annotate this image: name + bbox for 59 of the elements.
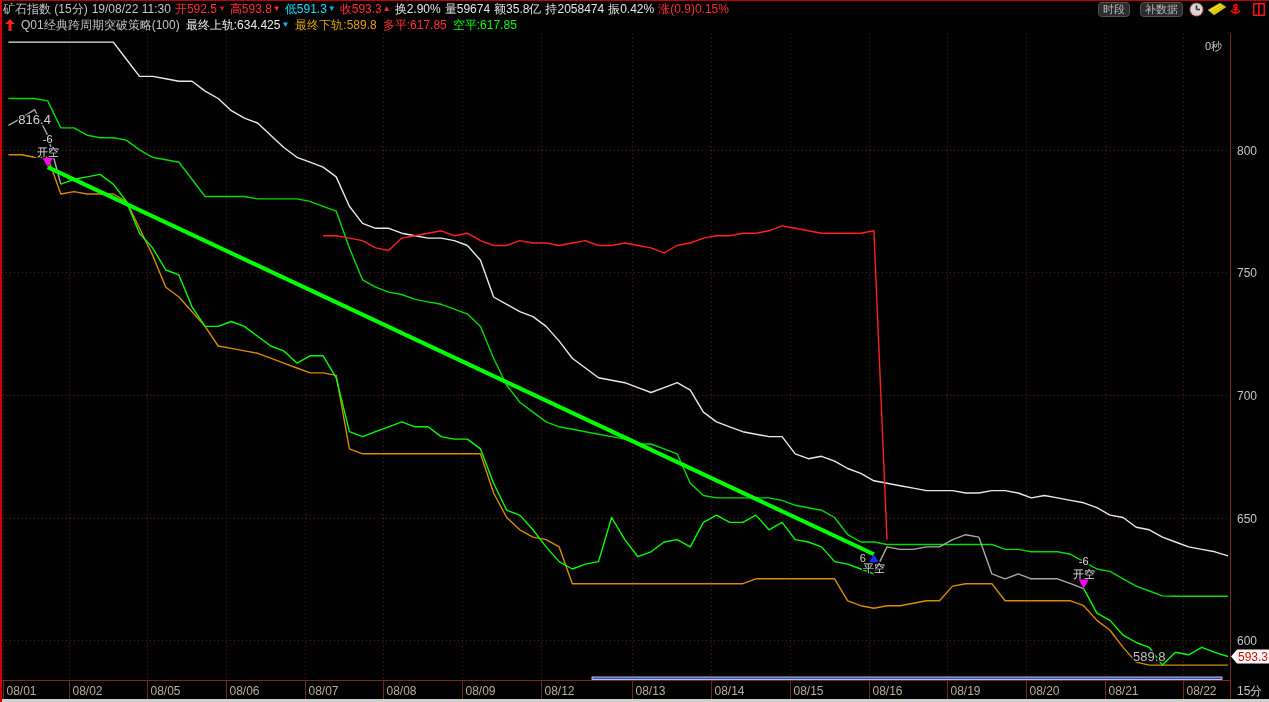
axis-label: 650 (1237, 511, 1258, 526)
indicator-value: 空平:617.85 (452, 16, 517, 34)
axis-label: 08/02 (72, 684, 103, 698)
quote-value: 收593.3 (339, 1, 382, 18)
axis-label: 08/09 (465, 684, 496, 698)
quote-value: 量59674 (444, 1, 491, 18)
axis-label: 08/08 (386, 684, 417, 698)
axis-label: 08/22 (1186, 684, 1217, 698)
toolbar-button[interactable]: 补数据 (1140, 1, 1183, 17)
trend-arrow-icon: ▼ (217, 4, 226, 14)
axis-label: 08/01 (6, 684, 37, 698)
axis-label: 08/15 (793, 684, 824, 698)
signal-label: 6 (859, 552, 866, 565)
trend-arrow-icon: ▼ (272, 4, 281, 14)
axis-label: 08/14 (714, 684, 745, 698)
symbol-title: 矿石指数 (15分) (3, 1, 88, 18)
axis-label: 800 (1237, 143, 1258, 158)
down-triangle-icon (1078, 579, 1089, 589)
axis-label: 08/12 (544, 684, 575, 698)
quote-value: 低591.3 (284, 1, 327, 18)
axis-label: 700 (1237, 388, 1258, 403)
axis-label: 08/16 (872, 684, 903, 698)
quote-value: 振0.42% (608, 1, 655, 18)
datetime-label: 19/08/22 11:30 (91, 2, 171, 16)
trend-arrow-icon: ▼ (281, 20, 290, 30)
quote-value: 开592.5 (174, 1, 217, 18)
eraser-icon[interactable] (1208, 3, 1226, 15)
strategy-name: Q01经典跨周期突破策略(100) (21, 16, 180, 34)
quote-value: 涨(0.9)0.15% (658, 1, 729, 18)
axis-label: 600 (1237, 633, 1258, 648)
axis-label: 08/07 (308, 684, 339, 698)
up-arrow-icon (5, 19, 15, 31)
up-triangle-icon (868, 554, 879, 563)
quote-value: 换2.90% (394, 1, 441, 18)
clock-icon[interactable] (1189, 1, 1204, 17)
quote-value: 持2058474 (545, 1, 605, 18)
signal-label: 开空 (36, 146, 59, 159)
countdown-label: 0秒 (1204, 40, 1222, 52)
trend-arrow-icon: ▲ (382, 4, 391, 14)
quote-value: 额35.8亿 (494, 1, 542, 18)
split-panel-icon[interactable] (1253, 2, 1265, 16)
anchor-icon[interactable] (1230, 3, 1241, 15)
quote-value: 高593.8 (229, 1, 272, 18)
axis-label: 750 (1237, 265, 1258, 280)
period-label: 15分 (1237, 684, 1263, 698)
axis-label: 08/21 (1108, 684, 1139, 698)
last-price-tag: 593.3 (1231, 649, 1269, 664)
indicator-value: 多平:617.85 (382, 16, 447, 34)
axis-label: 08/20 (1029, 684, 1060, 698)
signal-label: 开空 (1072, 567, 1095, 580)
trend-arrow-icon: ▼ (327, 4, 336, 14)
indicator-value: 最终下轨:589.8 (295, 16, 377, 34)
indicator-value: 最终上轨:634.425 (185, 16, 281, 34)
down-triangle-icon (42, 158, 53, 168)
axis-label: 08/05 (150, 684, 181, 698)
toolbar-button[interactable]: 时段 (1098, 1, 1130, 17)
axis-label: 08/06 (229, 684, 260, 698)
axis-label: 08/13 (635, 684, 666, 698)
axis-label: 08/19 (950, 684, 981, 698)
